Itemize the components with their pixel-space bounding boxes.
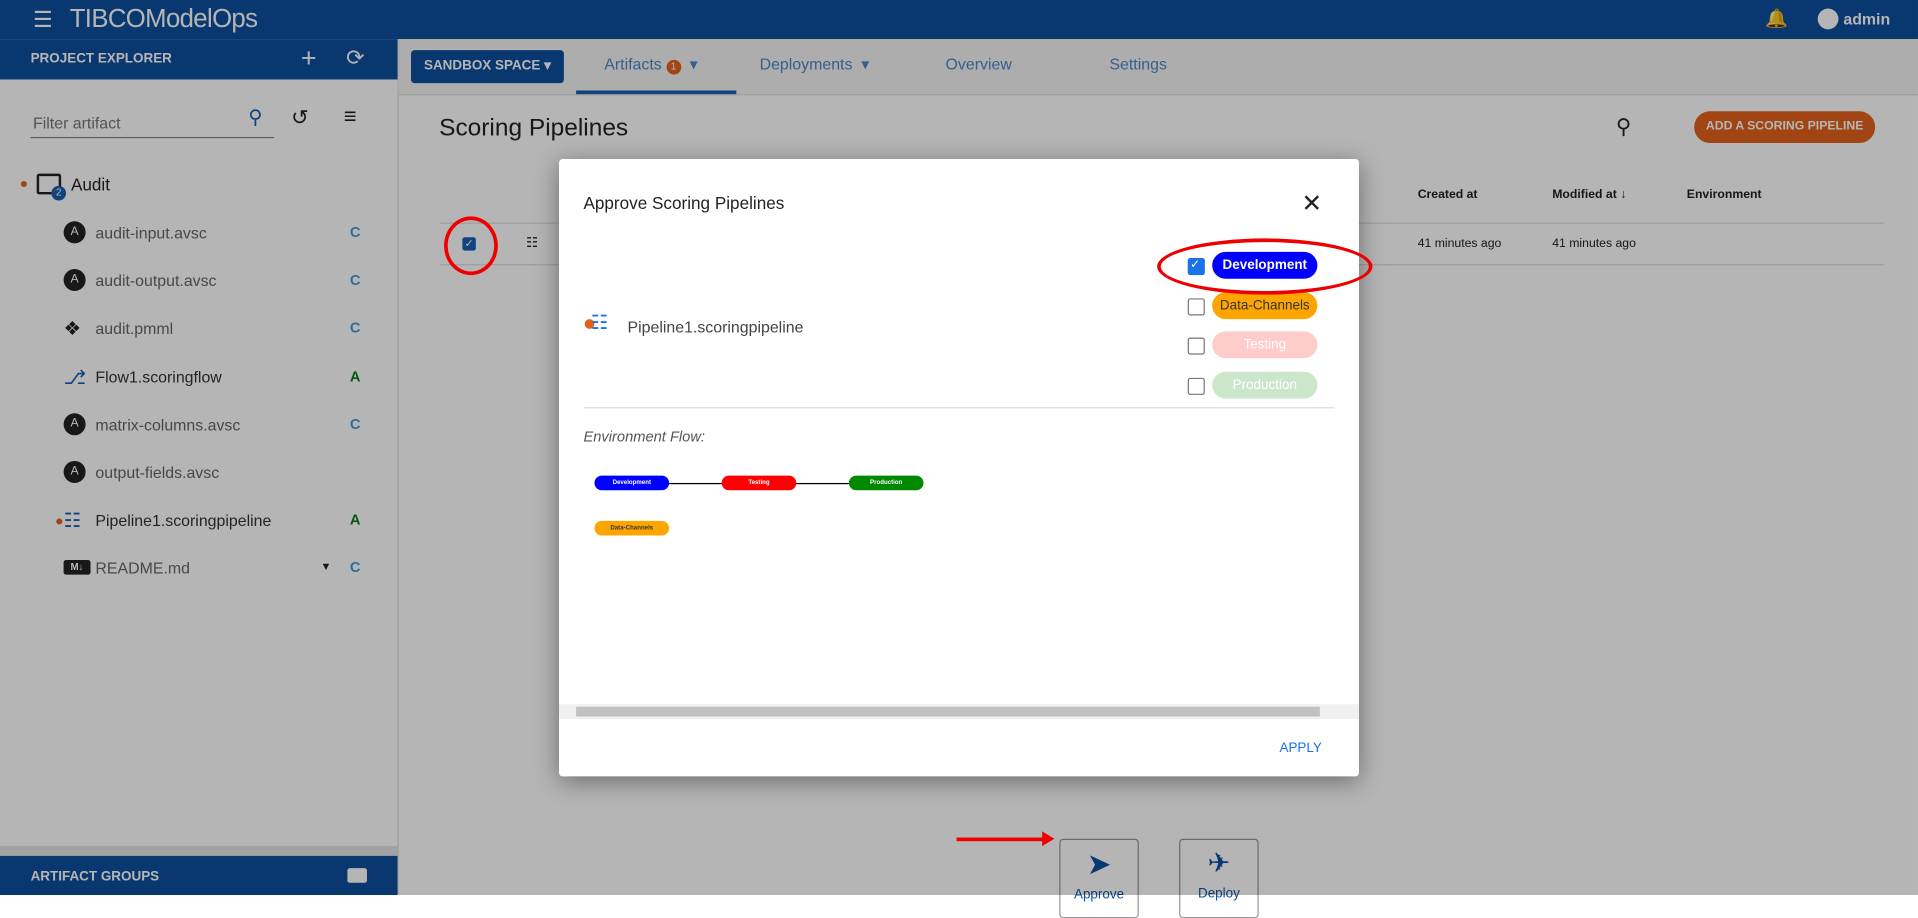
environment-checkbox[interactable] <box>1187 297 1205 316</box>
environment-checkbox[interactable] <box>1187 377 1205 396</box>
annotation-circle <box>444 216 498 276</box>
flow-edge <box>669 482 722 485</box>
environment-pill[interactable]: Testing <box>1212 331 1318 359</box>
environment-checkbox[interactable] <box>1187 337 1205 356</box>
pipeline-icon: ☷ <box>590 313 609 334</box>
scrollbar-thumb[interactable] <box>576 706 1320 717</box>
environment-flow-label: Environment Flow: <box>583 427 706 446</box>
flow-edge <box>796 482 849 485</box>
approve-dialog: Approve Scoring Pipelines ✕ ☷ Pipeline1.… <box>559 158 1373 777</box>
pipeline-name: Pipeline1.scoringpipeline <box>627 317 804 337</box>
dialog-title: Approve Scoring Pipelines <box>583 193 785 213</box>
annotation-arrowhead <box>1042 831 1055 847</box>
close-icon[interactable]: ✕ <box>1301 188 1322 219</box>
environment-pill[interactable]: Production <box>1212 371 1318 399</box>
flow-node-data-channels: Data-Channels <box>594 520 670 536</box>
apply-button[interactable]: APPLY <box>1279 741 1321 756</box>
annotation-arrow <box>956 837 1045 842</box>
divider <box>583 407 1335 409</box>
environment-pill[interactable]: Data-Channels <box>1212 291 1318 319</box>
annotation-ellipse <box>1157 238 1373 295</box>
flow-node-production: Production <box>848 475 924 491</box>
flow-node-development: Development <box>594 475 670 491</box>
horizontal-scrollbar[interactable] <box>559 704 1359 719</box>
flow-node-testing: Testing <box>721 475 797 491</box>
